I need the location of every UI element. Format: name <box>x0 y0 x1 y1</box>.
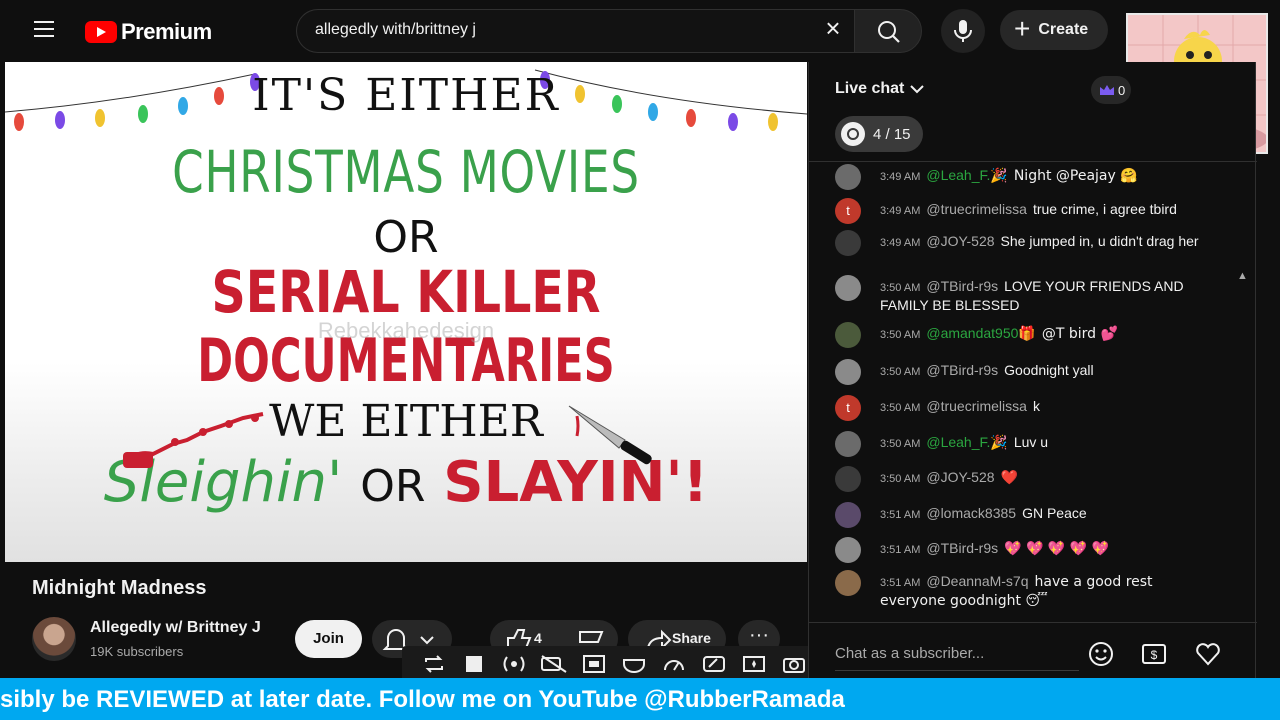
microphone-icon <box>954 20 972 42</box>
subscriber-count: 19K subscribers <box>90 644 184 659</box>
draw-icon[interactable] <box>696 650 732 678</box>
goal-text: 4 / 15 <box>873 125 911 143</box>
emoji-button[interactable] <box>1086 639 1116 669</box>
screenshot-icon[interactable] <box>776 650 812 678</box>
search-button[interactable] <box>854 9 922 53</box>
chat-title: Live chat <box>835 80 905 97</box>
logo-text: Premium <box>121 19 212 44</box>
chat-mode-dropdown[interactable]: Live chat <box>835 80 925 98</box>
poster-line-4: SERIAL KILLER <box>211 258 601 326</box>
mask-icon[interactable] <box>616 650 652 678</box>
poster-line-2: CHRISTMAS MOVIES <box>172 138 640 206</box>
member-badge[interactable]: 0 <box>1091 76 1131 104</box>
top-bar: Premium allegedly with/brittney j × + Cr… <box>0 0 1280 62</box>
search-input[interactable]: allegedly with/brittney j <box>315 21 476 39</box>
ticker-banner: sibly be REVIEWED at later date. Follow … <box>0 678 1280 720</box>
crown-icon <box>1100 85 1114 95</box>
youtube-premium-logo[interactable]: Premium <box>85 19 212 45</box>
effects-icon[interactable] <box>736 650 772 678</box>
clear-search-button[interactable]: × <box>822 15 844 41</box>
camera-off-icon[interactable] <box>536 650 572 678</box>
chevron-down-icon <box>420 636 434 645</box>
voice-search-button[interactable] <box>941 9 985 53</box>
join-button[interactable]: Join <box>295 620 362 658</box>
live-chat-panel: Live chat 0 4 / 15 3:49 AM @Leah_F.🎉 Night… <box>808 62 1257 718</box>
emoji-icon <box>1089 642 1113 666</box>
poster-line-1: IT'S EITHER <box>252 70 560 121</box>
channel-name[interactable]: Allegedly w/ Brittney J <box>90 619 261 637</box>
heart-icon <box>1196 643 1220 666</box>
chevron-down-icon <box>910 85 925 94</box>
chat-message-list: 3:49 AM @Leah_F.🎉 Night @Peajay 🤗 t 3:49 A… <box>809 162 1257 718</box>
stop-icon[interactable] <box>456 650 492 678</box>
search-icon <box>878 21 900 43</box>
avatar[interactable] <box>835 502 861 528</box>
menu-icon <box>34 21 54 23</box>
chat-header: Live chat 0 4 / 15 <box>809 62 1257 162</box>
avatar[interactable] <box>835 164 861 190</box>
chat-input-area: Chat as a subscriber... $ <box>809 622 1257 678</box>
video-player[interactable]: IT'S EITHER CHRISTMAS MOVIES OR SERIAL K… <box>5 62 807 562</box>
share-label: Share <box>672 630 711 646</box>
avatar[interactable]: t <box>835 395 861 421</box>
screen-region-icon[interactable] <box>576 650 612 678</box>
knife-icon <box>568 405 652 465</box>
avatar[interactable] <box>835 570 861 596</box>
avatar[interactable] <box>835 537 861 563</box>
like-count: 4 <box>534 630 542 646</box>
speed-icon[interactable] <box>656 650 692 678</box>
recorder-toolbar <box>402 646 854 682</box>
super-chat-icon: $ <box>1142 644 1166 664</box>
create-label: Create <box>1038 21 1089 38</box>
avatar[interactable] <box>835 275 861 301</box>
heart-button[interactable] <box>1193 639 1223 669</box>
poster-watermark: Rebekkahedesign <box>317 318 495 343</box>
ticker-text: sibly be REVIEWED at later date. Follow … <box>0 686 845 713</box>
svg-text:$: $ <box>1151 648 1158 662</box>
channel-avatar[interactable] <box>32 617 76 661</box>
menu-button[interactable] <box>28 16 62 46</box>
video-title: Midnight Madness <box>32 577 207 599</box>
plus-icon: + <box>1014 12 1031 44</box>
santa-sleigh-icon <box>123 412 264 468</box>
poster-or: OR <box>360 461 426 512</box>
create-button[interactable]: + Create <box>1000 10 1108 50</box>
poster-line-3: OR <box>373 212 439 263</box>
super-chat-button[interactable]: $ <box>1139 639 1169 669</box>
avatar[interactable]: t <box>835 198 861 224</box>
goal-progress[interactable]: 4 / 15 <box>835 116 923 152</box>
avatar[interactable] <box>835 322 861 348</box>
youtube-logo-icon <box>85 21 117 43</box>
scroll-up-arrow-icon[interactable]: ▲ <box>1237 270 1248 282</box>
broadcast-icon[interactable] <box>496 650 532 678</box>
member-count: 0 <box>1118 82 1126 98</box>
search-box[interactable]: allegedly with/brittney j <box>296 9 856 53</box>
avatar[interactable] <box>835 431 861 457</box>
avatar[interactable] <box>835 466 861 492</box>
loop-icon[interactable] <box>416 650 452 678</box>
goal-icon <box>841 122 865 146</box>
avatar[interactable] <box>835 359 861 385</box>
avatar[interactable] <box>835 230 861 256</box>
chat-input[interactable]: Chat as a subscriber... <box>835 637 1079 671</box>
